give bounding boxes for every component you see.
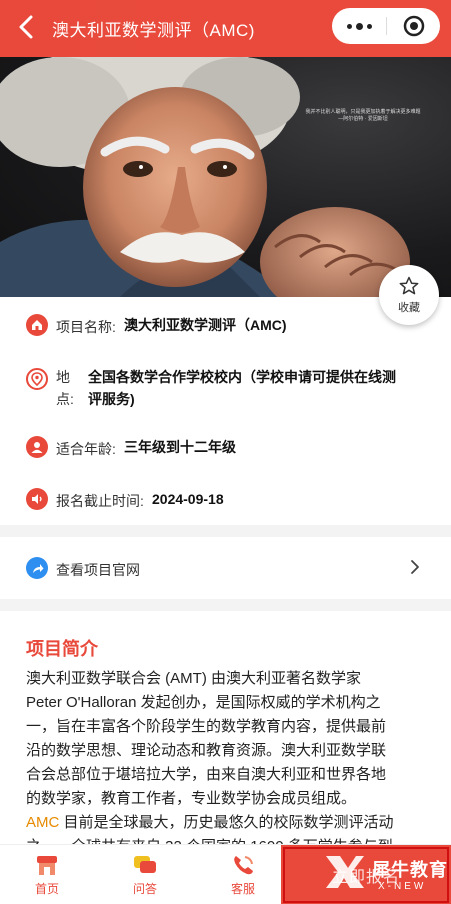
more-dot-icon (366, 23, 372, 29)
favorite-label: 收藏 (398, 301, 420, 314)
watermark-name: 犀牛教育 (372, 860, 448, 880)
official-site-link[interactable]: 查看项目官网 (0, 537, 451, 599)
star-icon (399, 276, 419, 294)
more-dot-icon (346, 23, 352, 29)
location-pin-icon (26, 368, 48, 390)
watermark-logo-icon (326, 856, 364, 888)
intro-line: AMC 目前是全球最大，历史最悠久的校际数学测评活动 (26, 811, 426, 835)
mini-program-capsule (332, 8, 440, 44)
intro-body: 澳大利亚数学联合会 (AMT) 由澳大利亚著名数学家 Peter O'Hallo… (26, 667, 426, 859)
project-info-card: 项目名称: 澳大利亚数学测评（AMC) 地 点: 全国各数学合作学校校内（学校申… (0, 297, 451, 525)
amc-highlight: AMC (26, 814, 60, 831)
speaker-icon (26, 488, 48, 510)
einstein-portrait-image (0, 57, 410, 297)
back-arrow-icon[interactable] (14, 12, 38, 42)
intro-line: 合会总部位于堪培拉大学，由来自澳大利亚和世界各地 (26, 766, 387, 783)
deadline-value: 2024-09-18 (152, 491, 224, 507)
address-label: 地 点: (56, 366, 84, 410)
tab-service-label: 客服 (230, 881, 255, 896)
close-mini-program-button[interactable] (387, 8, 440, 44)
tab-qa-label: 问答 (132, 881, 157, 896)
address-value-line1: 全国各数学合作学校校内（学校申请可提供在线测 (88, 369, 396, 385)
more-menu-button[interactable] (332, 8, 386, 44)
intro-line-text: 目前是全球最大，历史最悠久的校际数学测评活动 (59, 814, 394, 831)
address-value-line2: 评服务) (88, 391, 135, 407)
intro-line: Peter O'Halloran 发起创办，是国际权威的学术机构之 (26, 694, 381, 711)
hero-quote-line: 我并不比别人聪明，只是我更加执着于解决更多难题 (305, 109, 421, 115)
title-bar: 澳大利亚数学测评（AMC) (0, 0, 451, 57)
share-arrow-icon (26, 557, 48, 579)
page-title: 澳大利亚数学测评（AMC) (52, 21, 255, 40)
project-name-label: 项目名称: (56, 319, 116, 335)
tab-qa[interactable]: 问答 (100, 845, 190, 904)
chat-bubble-icon (134, 855, 156, 873)
intro-title: 项目简介 (26, 639, 98, 659)
address-label-line2: 点: (56, 391, 74, 407)
tab-home[interactable]: 首页 (2, 845, 92, 904)
intro-line: 的数学家，教育工作者，专业数学协会成员组成。 (26, 790, 357, 807)
more-dot-icon (355, 22, 363, 30)
intro-line: 沿的数学思想、理论动态和教育资源。澳大利亚数学联 (26, 742, 387, 759)
address-value: 全国各数学合作学校校内（学校申请可提供在线测 评服务) (88, 366, 428, 410)
phone-icon (234, 855, 253, 874)
project-name-value: 澳大利亚数学测评（AMC) (124, 317, 287, 333)
hero-banner-image: 我并不比别人聪明，只是我更加执着于解决更多难题 —阿尔伯特 · 爱因斯坦 (0, 57, 451, 297)
hero-quote-author: —阿尔伯特 · 爱因斯坦 (338, 116, 388, 122)
watermark-subtitle: X-NEW (378, 881, 427, 892)
age-label: 适合年龄: (56, 441, 116, 457)
intro-line: 一，旨在丰富各个阶段学生的数学教育内容，提供最前 (26, 718, 387, 735)
age-value: 三年级到十二年级 (124, 439, 236, 455)
target-close-icon (403, 15, 424, 37)
hero-quote: 我并不比别人聪明，只是我更加执着于解决更多难题 —阿尔伯特 · 爱因斯坦 (303, 109, 423, 123)
deadline-label: 报名截止时间: (56, 493, 144, 509)
intro-line: 澳大利亚数学联合会 (AMT) 由澳大利亚著名数学家 (26, 670, 361, 687)
chevron-right-icon (411, 560, 419, 574)
favorite-button[interactable]: 收藏 (379, 265, 439, 325)
shop-home-icon (37, 855, 57, 875)
address-label-line1: 地 (56, 369, 70, 385)
tab-service[interactable]: 客服 (198, 845, 288, 904)
tab-home-label: 首页 (34, 881, 59, 896)
user-icon (26, 436, 48, 458)
home-icon (26, 314, 48, 336)
official-site-label: 查看项目官网 (56, 562, 140, 578)
